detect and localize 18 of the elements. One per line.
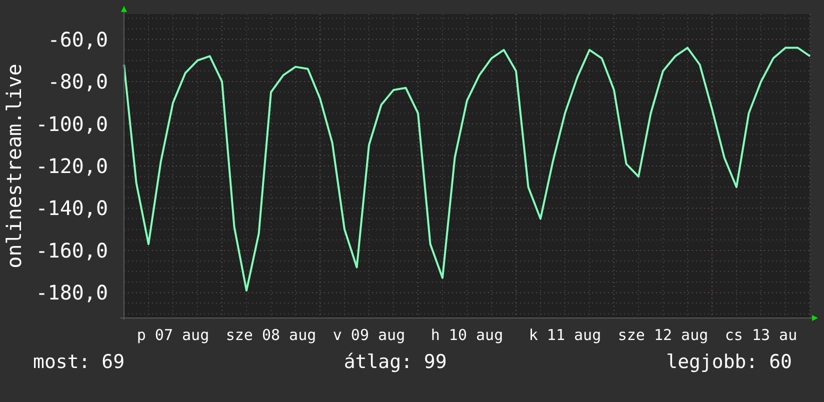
y-tick-label: -180,0	[36, 280, 108, 305]
y-tick-label: -140,0	[36, 196, 108, 220]
x-tick-label: sze 08 aug	[226, 326, 316, 344]
y-tick-label: -100,0	[36, 112, 108, 136]
axis-title: onlinestream.live	[2, 64, 26, 268]
y-tick-label: -60,0	[48, 27, 108, 52]
legend-text: legjobb: 60	[666, 350, 792, 374]
x-tick-label: p 07 aug	[136, 326, 210, 344]
x-tick-label: cs 13 au	[724, 326, 798, 344]
y-tick-label: -120,0	[36, 154, 108, 178]
legend-text: átlag: 99	[344, 350, 447, 374]
x-tick-label: h 10 aug	[430, 326, 504, 344]
legend-text: most: 69	[33, 350, 125, 374]
x-tick-label: sze 12 aug	[618, 326, 708, 344]
x-tick-label: v 09 aug	[332, 326, 406, 344]
y-tick-label: -80,0	[48, 70, 108, 94]
y-tick-label: -160,0	[36, 238, 108, 262]
x-tick-label: k 11 aug	[528, 326, 602, 344]
